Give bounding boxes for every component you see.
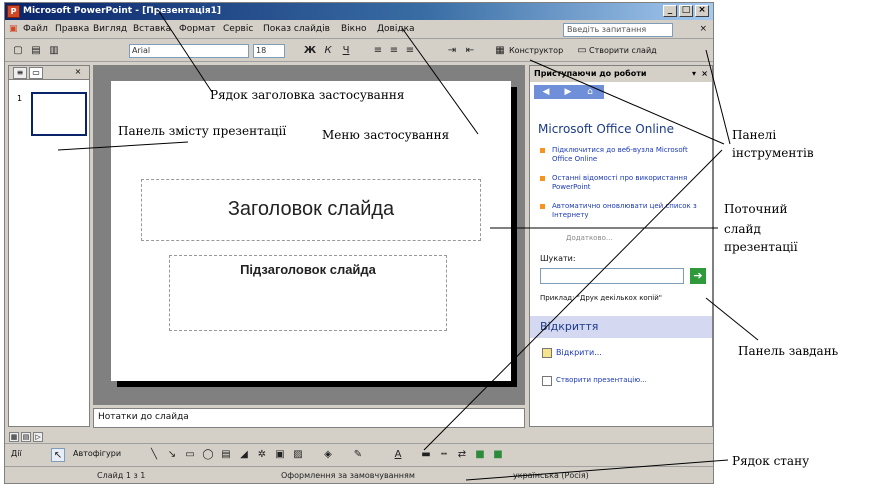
callout-line-title-bar — [157, 9, 213, 93]
callout-line-toolbar-1 — [529, 59, 725, 145]
callout-content-pane: Панель змісту презентації — [118, 124, 287, 138]
callout-line-status-bar — [465, 459, 729, 481]
callout-line-task-pane — [705, 297, 759, 341]
callout-line-content-pane — [57, 141, 189, 151]
callout-menu: Меню застосування — [322, 128, 450, 142]
callout-task-pane: Панель завдань — [738, 344, 839, 358]
callout-toolbars-line2: інструментів — [732, 146, 814, 160]
callout-title-bar: Рядок заголовка застосування — [210, 88, 405, 102]
callout-current-slide-line1: Поточний — [724, 202, 788, 216]
callout-line-toolbar-3 — [423, 149, 723, 451]
callout-current-slide-line3: презентації — [724, 240, 798, 254]
callout-line-toolbar-2 — [705, 49, 731, 145]
callout-current-slide-line2: слайд — [724, 222, 761, 236]
callout-line-menu — [401, 27, 479, 135]
callout-toolbars-line1: Панелі — [732, 128, 777, 142]
callout-status-bar: Рядок стану — [732, 454, 810, 468]
